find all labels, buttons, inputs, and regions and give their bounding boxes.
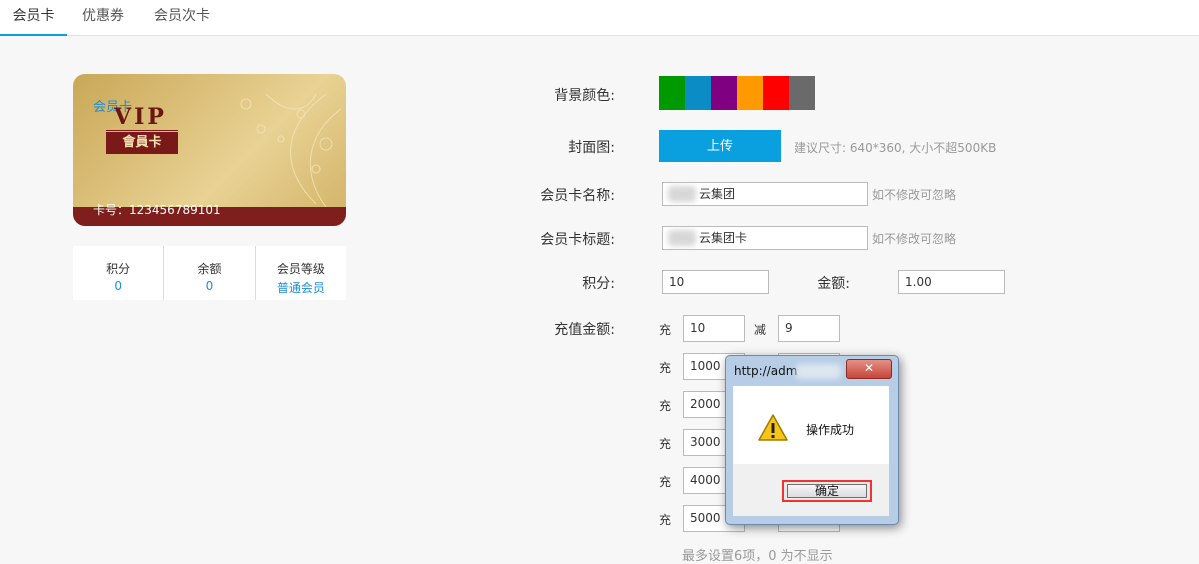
- card-name-hint: 如不修改可忽略: [872, 188, 957, 202]
- reduce-char: 减: [754, 323, 767, 337]
- reduce-input[interactable]: 9: [778, 315, 840, 342]
- charge-char: 充: [659, 437, 672, 451]
- ok-button[interactable]: 确定: [782, 480, 872, 502]
- charge-char: 充: [659, 361, 672, 375]
- card-stats: 积分 0 余额 0 会员等级 普通会员: [73, 246, 346, 300]
- card-number: 卡号：123456789101: [93, 203, 221, 217]
- stat-balance: 余额 0: [164, 246, 256, 300]
- vip-divider: [106, 130, 178, 131]
- charge-char: 充: [659, 323, 672, 337]
- card-subtitle-hint: 如不修改可忽略: [872, 232, 957, 246]
- card-name-label: 会员卡名称:: [540, 188, 615, 204]
- redaction-blur: [668, 230, 696, 246]
- amount-input[interactable]: 1.00: [898, 270, 1005, 294]
- dialog-close-button[interactable]: ✕: [846, 359, 892, 379]
- tab-coupon[interactable]: 优惠券: [67, 0, 139, 34]
- color-swatch[interactable]: [763, 76, 789, 110]
- stat-value: 0: [205, 279, 214, 293]
- dialog-title: http://adm: [734, 364, 798, 378]
- card-subtitle-label: 会员卡标题:: [540, 232, 615, 248]
- color-swatch[interactable]: [711, 76, 737, 110]
- card-name-value: 云集团: [699, 187, 736, 201]
- stat-label: 会员等级: [276, 262, 325, 276]
- floral-decoration-icon: [240, 93, 342, 207]
- tab-bar: 会员卡 优惠券 会员次卡: [0, 0, 1199, 36]
- charge-input[interactable]: 10: [683, 315, 745, 342]
- member-card-preview: 会员卡 VIP 會員卡 卡号：123456789101: [73, 74, 346, 226]
- cover-label: 封面图:: [568, 140, 615, 156]
- redaction-blur: [668, 186, 696, 202]
- redaction-blur: [796, 364, 841, 379]
- cover-hint: 建议尺寸: 640*360, 大小不超500KB: [794, 141, 997, 155]
- recharge-label: 充值金额:: [554, 322, 615, 338]
- stat-value: 0: [114, 279, 122, 293]
- charge-char: 充: [659, 513, 672, 527]
- dialog-message: 操作成功: [806, 423, 855, 437]
- vip-text: VIP: [114, 104, 167, 130]
- color-swatch[interactable]: [737, 76, 763, 110]
- points-label: 积分:: [582, 276, 615, 292]
- alert-dialog: http://adm ✕ 操作成功 确定: [725, 355, 899, 525]
- stat-label: 余额: [197, 262, 222, 276]
- vip-logo: VIP 會員卡: [106, 104, 178, 160]
- tab-times-card[interactable]: 会员次卡: [139, 0, 225, 34]
- recharge-hint: 最多设置6项，0 为不显示: [682, 549, 833, 564]
- bg-color-label: 背景颜色:: [554, 88, 615, 104]
- charge-char: 充: [659, 399, 672, 413]
- color-swatch[interactable]: [685, 76, 711, 110]
- upload-button[interactable]: 上传: [659, 130, 781, 162]
- charge-char: 充: [659, 475, 672, 489]
- amount-label: 金额:: [817, 276, 850, 292]
- warning-icon: [758, 414, 788, 441]
- stat-level: 会员等级 普通会员: [256, 246, 346, 300]
- card-subtitle-value: 云集团卡: [699, 231, 748, 245]
- stat-points: 积分 0: [73, 246, 165, 300]
- stat-label: 积分: [106, 262, 131, 276]
- vip-band: 會員卡: [106, 132, 178, 154]
- color-swatch[interactable]: [659, 76, 685, 110]
- ok-button-label: 确定: [814, 484, 839, 498]
- tab-member-card[interactable]: 会员卡: [0, 0, 67, 36]
- stat-value: 普通会员: [276, 281, 325, 295]
- color-swatch[interactable]: [789, 76, 815, 110]
